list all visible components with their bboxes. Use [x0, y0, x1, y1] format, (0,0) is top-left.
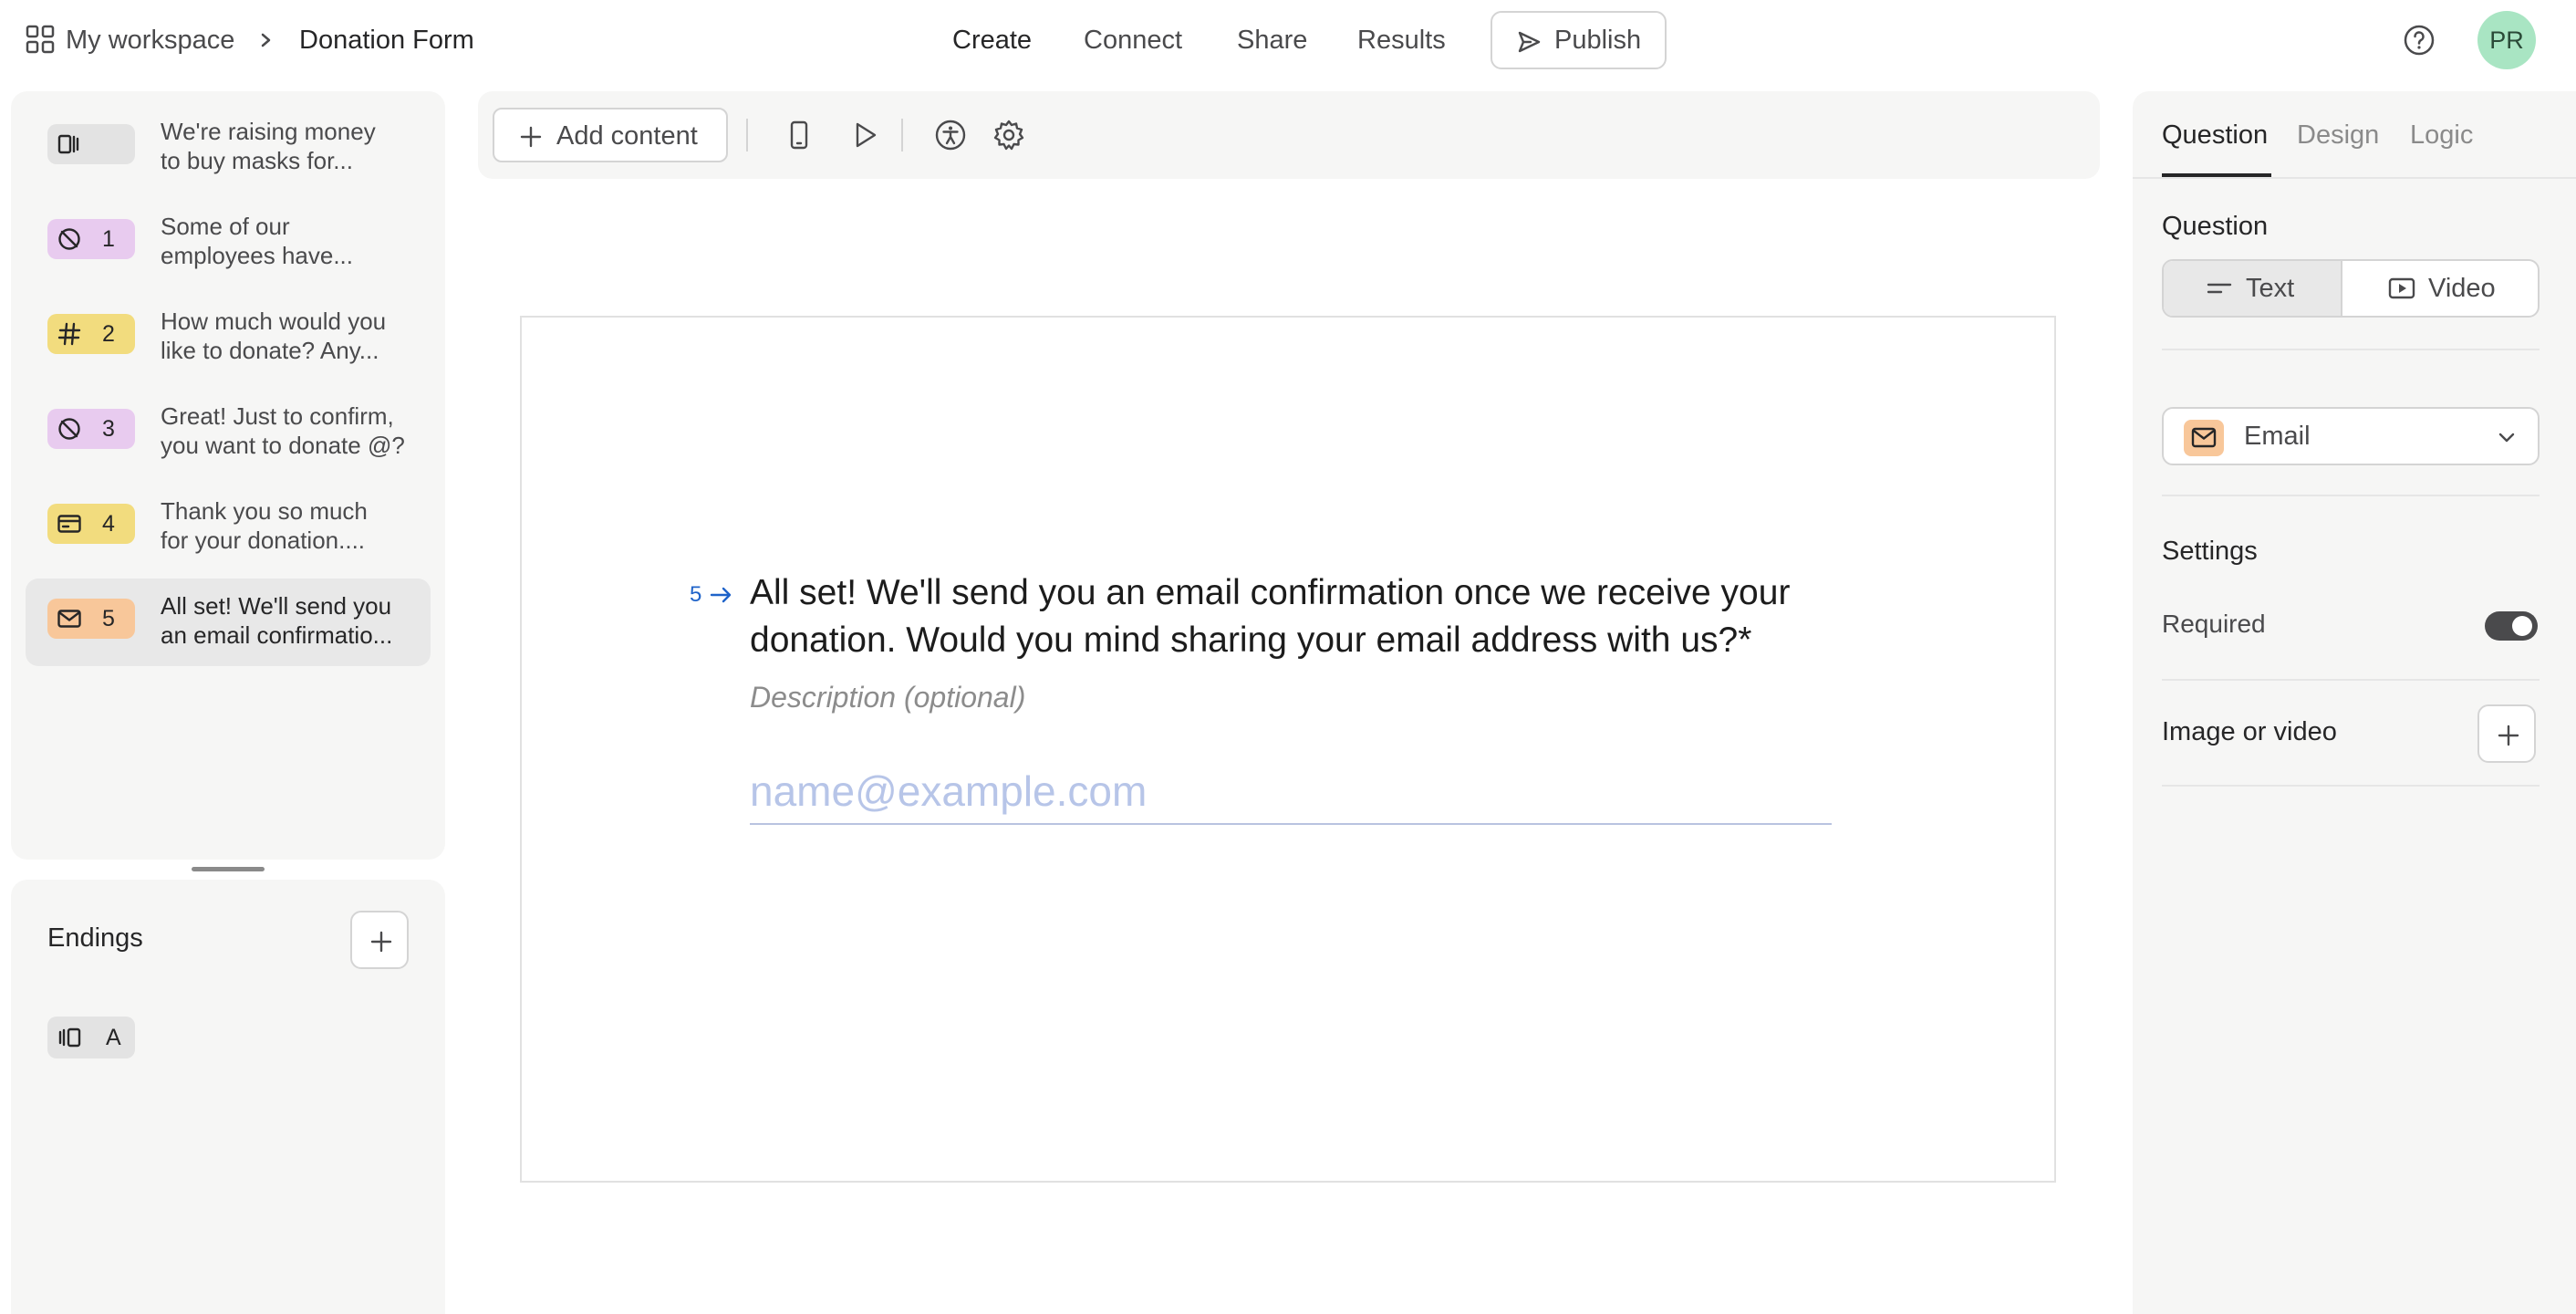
no-symbol-icon	[58, 418, 80, 440]
endings-panel: Endings A	[11, 880, 445, 1314]
top-bar: My workspace Donation Form Create Connec…	[0, 0, 2576, 80]
chevron-right-icon	[261, 33, 271, 47]
ending-item-a[interactable]: A	[47, 1017, 135, 1058]
format-video-option[interactable]: Video	[2344, 261, 2538, 316]
question-type-badge	[47, 124, 135, 164]
statement-icon	[57, 134, 79, 154]
tab-logic[interactable]: Logic	[2410, 117, 2473, 153]
question-list-item-welcome[interactable]: We're raising money to buy masks for...	[26, 104, 431, 192]
breadcrumb-form-title[interactable]: Donation Form	[299, 22, 474, 58]
nav-share[interactable]: Share	[1237, 22, 1307, 58]
settings-gear-icon[interactable]	[992, 119, 1025, 151]
question-canvas: 5 All set! We'll send you an email confi…	[520, 316, 2056, 1183]
question-type-badge: 5	[47, 599, 135, 639]
no-symbol-icon	[58, 228, 80, 250]
chevron-down-icon	[2498, 433, 2515, 443]
publish-label: Publish	[1554, 26, 1642, 55]
section-divider	[2162, 785, 2540, 787]
payment-card-icon	[57, 515, 81, 533]
question-list-item-4[interactable]: 4 Thank you so much for your donation....	[26, 484, 431, 571]
add-content-button[interactable]: Add content	[493, 108, 728, 162]
accessibility-icon[interactable]	[934, 119, 967, 151]
nav-create[interactable]: Create	[952, 22, 1032, 58]
publish-button[interactable]: Publish	[1491, 11, 1667, 69]
question-list-item-2[interactable]: 2 How much would you like to donate? Any.…	[26, 294, 431, 381]
question-title[interactable]: All set! We'll send you an email confirm…	[750, 569, 1826, 664]
question-type-label: Email	[2244, 422, 2311, 451]
question-list-item-text: We're raising money to buy masks for...	[161, 118, 376, 174]
toggle-knob	[2512, 616, 2532, 636]
text-lines-icon	[2207, 283, 2232, 294]
question-list-item-1[interactable]: 1 Some of our employees have...	[26, 199, 431, 287]
arrow-right-icon	[710, 587, 732, 603]
settings-heading: Settings	[2162, 537, 2258, 566]
editor-toolbar: Add content	[478, 91, 2100, 179]
question-list-item-text: Some of our employees have...	[161, 213, 354, 269]
question-type-select[interactable]: Email	[2162, 407, 2540, 465]
hash-icon	[57, 322, 81, 346]
format-text-option[interactable]: Text	[2164, 261, 2342, 316]
section-divider	[2162, 495, 2540, 496]
question-list-item-text: How much would you like to donate? Any...	[161, 308, 387, 364]
question-format-toggle: Text Video	[2162, 259, 2540, 318]
question-list-item-5[interactable]: 5 All set! We'll send you an email confir…	[26, 579, 431, 666]
question-list-item-text: Thank you so much for your donation....	[161, 497, 368, 554]
tab-design[interactable]: Design	[2297, 117, 2379, 153]
required-label: Required	[2162, 610, 2266, 638]
question-type-badge: 1	[47, 219, 135, 259]
question-type-badge: 4	[47, 504, 135, 544]
add-ending-button[interactable]	[350, 911, 409, 969]
add-image-or-video-button[interactable]	[2477, 704, 2536, 763]
email-icon	[2191, 427, 2217, 448]
nav-connect[interactable]: Connect	[1084, 22, 1182, 58]
properties-panel: Question Design Logic Question Text Vide…	[2133, 91, 2576, 1314]
question-type-badge: 3	[47, 409, 135, 449]
ending-label: A	[106, 1025, 121, 1050]
question-list-item-text: All set! We'll send you an email confirma…	[161, 592, 393, 649]
question-type-badge: 2	[47, 314, 135, 354]
user-avatar[interactable]: PR	[2477, 11, 2536, 69]
section-divider	[2162, 349, 2540, 350]
video-icon	[2388, 277, 2415, 299]
help-icon[interactable]	[2403, 24, 2436, 57]
question-list-item-3[interactable]: 3 Great! Just to confirm, you want to don…	[26, 389, 431, 476]
send-icon	[1518, 31, 1541, 53]
email-icon	[57, 610, 81, 628]
mobile-preview-icon[interactable]	[783, 119, 815, 151]
plus-icon	[520, 126, 542, 148]
question-list-panel: We're raising money to buy masks for... 1…	[11, 91, 445, 860]
required-toggle[interactable]	[2485, 611, 2538, 641]
endings-title: Endings	[47, 923, 143, 953]
question-description[interactable]: Description (optional)	[750, 679, 1025, 715]
breadcrumb-workspace[interactable]: My workspace	[66, 22, 234, 58]
workspace-grid-icon[interactable]	[26, 25, 55, 54]
question-list-item-text: Great! Just to confirm, you want to donat…	[161, 402, 405, 459]
ending-icon	[58, 1027, 81, 1048]
toolbar-divider	[746, 119, 748, 151]
panel-resize-handle[interactable]	[192, 867, 265, 871]
question-section-heading: Question	[2162, 212, 2269, 241]
tab-divider	[2133, 177, 2576, 179]
tab-question[interactable]: Question	[2162, 117, 2268, 153]
question-number: 5	[690, 582, 702, 607]
plus-icon	[370, 931, 392, 953]
toolbar-divider	[901, 119, 903, 151]
play-preview-icon[interactable]	[848, 119, 881, 151]
email-answer-input[interactable]	[750, 759, 1832, 825]
nav-results[interactable]: Results	[1357, 22, 1446, 58]
image-or-video-label: Image or video	[2162, 717, 2337, 746]
question-type-badge	[2184, 420, 2224, 456]
plus-icon	[2498, 725, 2519, 746]
section-divider	[2162, 679, 2540, 681]
